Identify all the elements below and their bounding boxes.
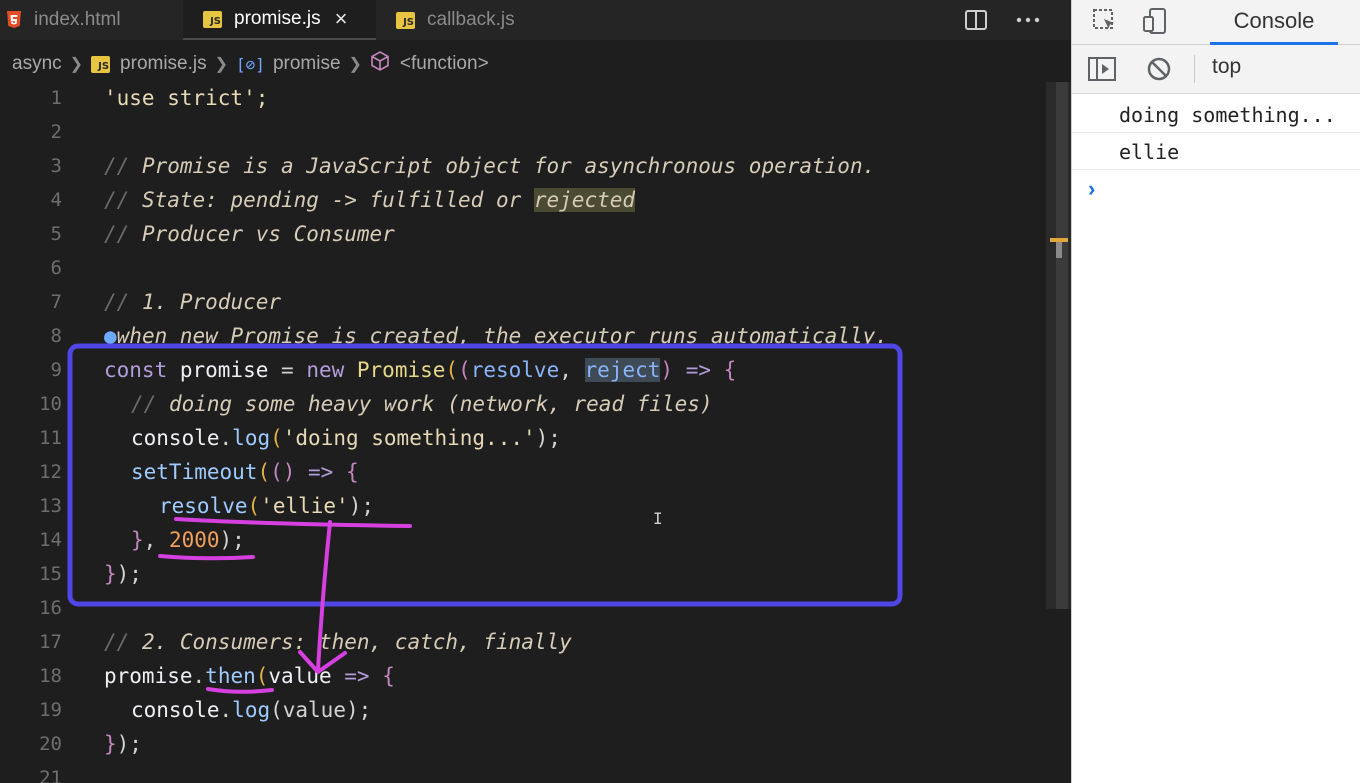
toolbar-divider	[1194, 55, 1195, 83]
code-line: 13 resolve('ellie');	[39, 494, 374, 518]
text-cursor-icon: I	[653, 509, 663, 528]
code-line: 3 // Promise is a JavaScript object for …	[50, 154, 876, 178]
device-toolbar-icon[interactable]	[1140, 6, 1170, 36]
js-icon: JS	[396, 11, 415, 29]
code-line: 18 promise.then(value => {	[39, 664, 395, 688]
show-sidebar-icon[interactable]	[1086, 54, 1118, 84]
lightbulb-icon[interactable]: ●	[104, 324, 117, 348]
scrollbar-marker	[1056, 242, 1062, 258]
tab-label: index.html	[34, 9, 121, 30]
code-line: 12 setTimeout(() => {	[39, 460, 359, 484]
html5-icon	[6, 11, 22, 29]
code-line: 9 const promise = new Promise((resolve, …	[50, 358, 737, 382]
code-line: 14 }, 2000);	[39, 528, 245, 552]
code-line: 5 // Producer vs Consumer	[50, 222, 395, 246]
code-line: 6	[50, 257, 62, 279]
code-line: 1 'use strict';	[50, 86, 269, 110]
code-line: 11 console.log('doing something...');	[39, 426, 561, 450]
code-line: 20 });	[39, 732, 142, 756]
code-line: 15 });	[39, 562, 142, 586]
variable-icon: [⊘]	[236, 54, 265, 74]
tab-callback-js[interactable]: JS callback.js	[376, 0, 566, 40]
cube-icon	[370, 51, 390, 77]
breadcrumb-file[interactable]: JS promise.js	[91, 53, 207, 75]
breadcrumb-folder[interactable]: async	[12, 53, 62, 75]
code-line: 8 ●when new Promise is created, the exec…	[50, 324, 888, 348]
code-line: 17 // 2. Consumers: then, catch, finally	[39, 630, 572, 654]
scrollbar-thumb[interactable]	[1056, 82, 1068, 609]
breadcrumb-symbol[interactable]: [⊘] promise	[236, 53, 340, 75]
code-line: 19 console.log(value);	[39, 698, 372, 722]
split-editor-icon[interactable]	[962, 6, 990, 34]
console-toolbar: top	[1072, 45, 1360, 94]
js-icon: JS	[203, 10, 222, 28]
js-icon: JS	[91, 55, 111, 73]
console-message: doing something...	[1072, 97, 1360, 133]
tab-index-html[interactable]: index.html	[0, 0, 183, 40]
more-actions-icon[interactable]	[1014, 6, 1042, 34]
code-editor: index.html JS promise.js × JS callback.j…	[0, 0, 1071, 783]
breadcrumb-function[interactable]: <function>	[370, 51, 489, 77]
tab-bar: index.html JS promise.js × JS callback.j…	[0, 0, 1071, 40]
close-icon[interactable]: ×	[335, 6, 348, 32]
code-line: 21	[39, 767, 62, 783]
tab-console[interactable]: Console	[1210, 0, 1338, 45]
chevron-right-icon: ❯	[214, 56, 229, 73]
inspect-element-icon[interactable]	[1090, 6, 1120, 36]
code-line: 4 // State: pending -> fulfilled or reje…	[50, 188, 636, 212]
editor-scrollbar[interactable]	[1046, 82, 1071, 609]
clear-console-icon[interactable]	[1144, 54, 1174, 84]
chevron-right-icon: ❯	[348, 56, 362, 73]
console-prompt-icon[interactable]: ›	[1088, 176, 1095, 202]
context-selector[interactable]: top	[1212, 55, 1241, 79]
code-area[interactable]: 1 'use strict'; 2 3 // Promise is a Java…	[0, 81, 1046, 783]
tab-label: callback.js	[427, 9, 515, 30]
chevron-right-icon: ❯	[69, 56, 84, 73]
code-line: 10 // doing some heavy work (network, re…	[39, 392, 713, 416]
devtools-tabbar: Console	[1072, 0, 1360, 45]
code-line: 16	[39, 597, 62, 619]
tab-label: promise.js	[234, 8, 321, 29]
code-line: 2	[50, 121, 62, 143]
tab-promise-js[interactable]: JS promise.js ×	[183, 0, 376, 40]
console-message: ellie	[1072, 134, 1360, 170]
devtools-panel: Console top doing something... ellie ›	[1071, 0, 1360, 783]
code-line: 7 // 1. Producer	[50, 290, 282, 314]
